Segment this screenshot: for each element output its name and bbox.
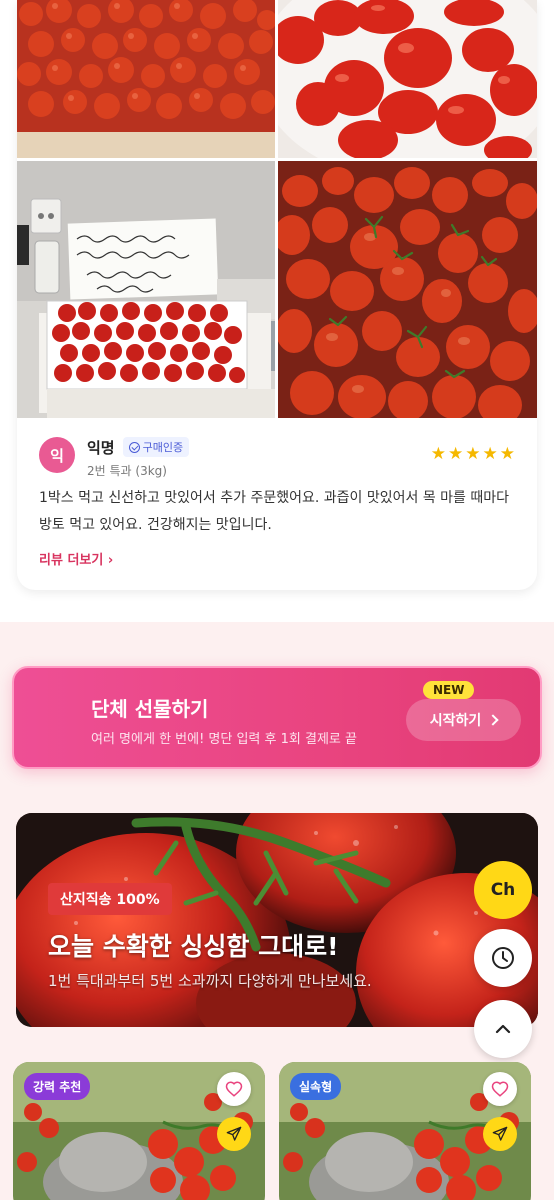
avatar: 익 [39, 437, 75, 473]
star-icon: ★ [448, 444, 464, 464]
reviewer-meta: 익명 구매인증 2번 특과 (3kg) [87, 437, 190, 479]
review-more-link[interactable]: 리뷰 더보기 › [39, 549, 113, 568]
review-text: 1박스 먹고 신선하고 맛있어서 추가 주문했어요. 과즙이 맛있어서 목 마를… [39, 490, 510, 533]
new-badge: NEW [423, 681, 475, 699]
share-button[interactable] [483, 1117, 517, 1151]
product-tag: 강력 추천 [24, 1073, 91, 1100]
star-icon: ★ [430, 444, 446, 464]
review-photo-4[interactable] [278, 161, 537, 418]
rating-stars: ★ ★ ★ ★ ★ [431, 446, 515, 463]
paper-plane-icon [226, 1126, 242, 1141]
start-button-label: 시작하기 [429, 713, 482, 729]
hero-banner[interactable]: 산지직송 100% 오늘 수확한 싱싱함 그대로! 1번 특대과부터 5번 소과… [16, 813, 538, 1027]
clock-icon [492, 947, 514, 969]
star-icon: ★ [482, 444, 498, 464]
review-card: 익 익명 구매인증 2번 특과 (3kg) ★ ★ ★ ★ ★ 1박스 먹고 신… [17, 0, 537, 590]
reviewer-name: 익명 [87, 438, 115, 457]
reviewer-header: 익명 구매인증 [87, 437, 190, 457]
group-gift-subtitle: 여러 명에게 한 번에! 명단 입력 후 1회 결제로 끝 [91, 732, 357, 747]
recent-history-button[interactable] [474, 929, 532, 987]
scroll-to-top-button[interactable] [474, 1000, 532, 1058]
reviewer-info: 익 익명 구매인증 2번 특과 (3kg) [39, 437, 190, 479]
group-gift-banner[interactable]: 단체 선물하기 여러 명에게 한 번에! 명단 입력 후 1회 결제로 끝 NE… [12, 666, 542, 769]
hero-title: 오늘 수확한 싱싱함 그대로! [48, 932, 339, 961]
hero-subtitle: 1번 특대과부터 5번 소과까지 다양하게 만나보세요. [48, 972, 372, 990]
hero-tag: 산지직송 100% [48, 883, 172, 915]
paper-plane-icon [492, 1126, 508, 1141]
review-photo-3[interactable] [17, 161, 275, 418]
chat-button[interactable]: Ch [474, 861, 532, 919]
chevron-right-icon [487, 714, 499, 726]
product-tag: 실속형 [290, 1073, 342, 1100]
verified-label: 구매인증 [142, 441, 184, 454]
review-section: 익 익명 구매인증 2번 특과 (3kg) ★ ★ ★ ★ ★ 1박스 먹고 신… [0, 0, 554, 622]
product-card[interactable]: 실속형 [279, 1062, 531, 1200]
heart-icon [491, 1081, 509, 1097]
review-photo-1[interactable] [17, 0, 275, 158]
check-circle-icon [128, 441, 140, 453]
verified-purchase-badge: 구매인증 [122, 437, 190, 457]
share-button[interactable] [217, 1117, 251, 1151]
heart-icon [225, 1081, 243, 1097]
chevron-up-icon [495, 1024, 511, 1034]
product-card[interactable]: 강력 추천 [13, 1062, 265, 1200]
group-gift-title: 단체 선물하기 [91, 697, 209, 721]
start-group-gift-button[interactable]: 시작하기 [406, 699, 521, 741]
wishlist-button[interactable] [217, 1072, 251, 1106]
review-photo-2[interactable] [278, 0, 537, 158]
purchased-option: 2번 특과 (3kg) [87, 464, 167, 478]
star-icon: ★ [465, 444, 481, 464]
wishlist-button[interactable] [483, 1072, 517, 1106]
star-icon: ★ [499, 444, 515, 464]
tomato-vine-image [16, 813, 538, 1027]
